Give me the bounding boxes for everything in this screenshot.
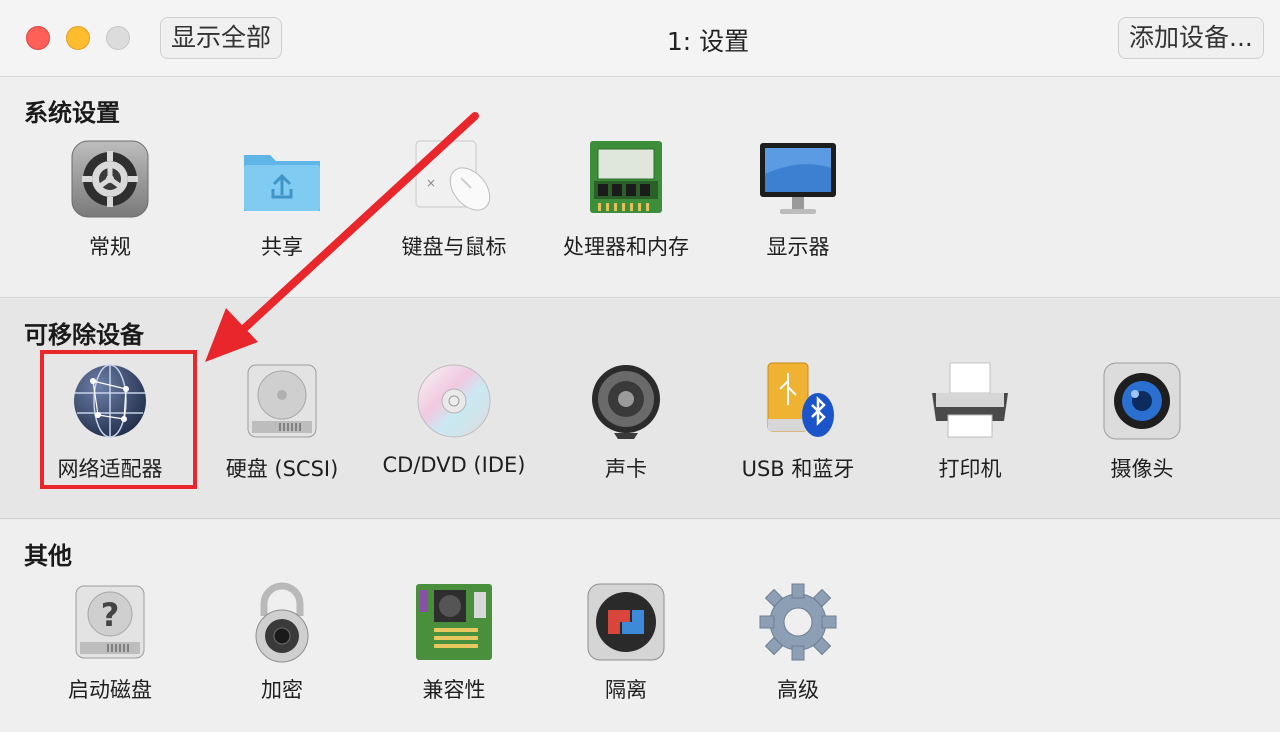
settings-item-startup-disk[interactable]: ? 启动磁盘 <box>24 580 196 704</box>
svg-text:×: × <box>426 176 436 190</box>
window-minimize-button[interactable] <box>66 26 90 50</box>
item-label: 常规 <box>89 235 131 259</box>
settings-item-network-adapter[interactable]: 网络适配器 <box>24 359 196 483</box>
item-label: 高级 <box>777 678 819 702</box>
keyboard-mouse-icon: × <box>415 140 491 211</box>
settings-item-encryption[interactable]: 加密 <box>196 580 368 704</box>
window-zoom-button[interactable] <box>106 26 130 50</box>
item-label: 启动磁盘 <box>68 678 152 702</box>
padlock-icon <box>255 582 309 663</box>
settings-item-cd-dvd[interactable]: CD/DVD (IDE) <box>368 359 540 477</box>
settings-item-sharing[interactable]: 共享 <box>196 137 368 261</box>
section-system-settings: 系统设置 常规 共享 × 键盘与鼠标 处理器和内存 显示器 <box>0 77 1280 298</box>
settings-item-keyboard-mouse[interactable]: × 键盘与鼠标 <box>368 137 540 261</box>
svg-text:?: ? <box>101 596 120 634</box>
network-globe-icon <box>74 364 146 438</box>
item-label: 摄像头 <box>1110 457 1174 481</box>
item-label: 兼容性 <box>422 678 486 702</box>
item-label: 处理器和内存 <box>563 235 689 259</box>
settings-item-usb-bluetooth[interactable]: USB 和蓝牙 <box>712 359 884 483</box>
usb-bluetooth-icon <box>767 362 834 437</box>
settings-item-advanced[interactable]: 高级 <box>712 580 884 704</box>
isolation-icon <box>587 583 665 661</box>
item-label: 隔离 <box>605 678 647 702</box>
startup-disk-icon: ? <box>75 585 145 659</box>
window-titlebar: 显示全部 1: 设置 添加设备... <box>0 0 1280 77</box>
section-title: 可移除设备 <box>24 321 144 349</box>
advanced-gear-icon <box>759 583 837 661</box>
settings-item-general[interactable]: 常规 <box>24 137 196 261</box>
printer-icon <box>932 362 1008 438</box>
memory-chip-icon <box>590 141 662 213</box>
item-label: CD/DVD (IDE) <box>382 453 526 477</box>
section-other: 其他 ? 启动磁盘 加密 兼容性 隔离 高级 <box>0 520 1280 732</box>
shared-folder-icon <box>244 155 320 211</box>
section-title: 系统设置 <box>24 99 120 127</box>
item-label: 网络适配器 <box>57 457 163 481</box>
cd-dvd-icon <box>417 364 491 438</box>
settings-item-printer[interactable]: 打印机 <box>884 359 1056 483</box>
hard-disk-icon <box>247 364 317 438</box>
settings-item-compatibility[interactable]: 兼容性 <box>368 580 540 704</box>
item-label: 键盘与鼠标 <box>401 235 507 259</box>
section-title: 其他 <box>24 542 72 570</box>
item-label: 硬盘 (SCSI) <box>225 457 339 481</box>
item-label: USB 和蓝牙 <box>741 457 855 481</box>
speaker-icon <box>592 365 660 439</box>
window-close-button[interactable] <box>26 26 50 50</box>
settings-item-hard-disk[interactable]: 硬盘 (SCSI) <box>196 359 368 483</box>
item-label: 加密 <box>261 678 303 702</box>
settings-item-cpu-memory[interactable]: 处理器和内存 <box>540 137 712 261</box>
add-device-button[interactable]: 添加设备... <box>1118 17 1264 59</box>
section-removable-devices: 可移除设备 网络适配器 硬盘 (SCSI) CD/DVD (IDE) 声卡 US… <box>0 299 1280 519</box>
item-label: 声卡 <box>605 457 647 481</box>
settings-item-isolation[interactable]: 隔离 <box>540 580 712 704</box>
settings-item-sound-card[interactable]: 声卡 <box>540 359 712 483</box>
settings-item-camera[interactable]: 摄像头 <box>1056 359 1228 483</box>
settings-item-display[interactable]: 显示器 <box>712 137 884 261</box>
item-label: 共享 <box>261 235 303 259</box>
item-label: 显示器 <box>766 235 830 259</box>
item-label: 打印机 <box>938 457 1002 481</box>
gear-icon <box>71 140 149 218</box>
show-all-button[interactable]: 显示全部 <box>160 17 283 59</box>
camera-icon <box>1103 362 1181 440</box>
motherboard-icon <box>416 584 492 660</box>
display-icon <box>760 143 836 214</box>
